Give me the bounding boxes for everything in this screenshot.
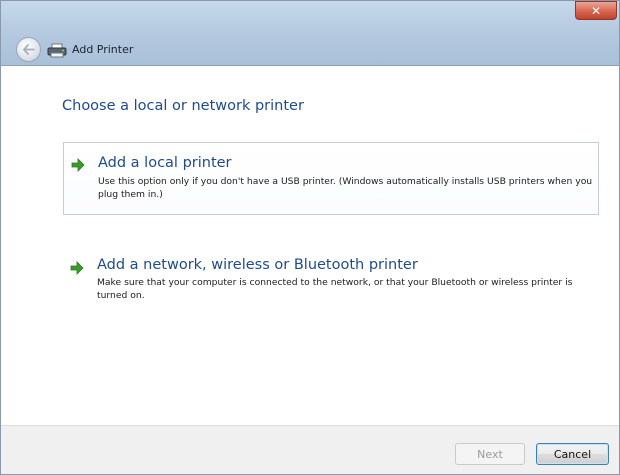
close-icon: ✕ [590,3,602,18]
option-title: Add a network, wireless or Bluetooth pri… [97,257,418,273]
cancel-button[interactable]: Cancel [536,443,609,465]
wizard-content: Choose a local or network printer Add a … [1,66,619,425]
wizard-footer: Next Cancel [1,425,619,474]
green-arrow-icon [71,158,85,172]
close-button[interactable]: ✕ [575,1,617,20]
add-printer-window: ✕ Add Printer Choose a local or network … [0,0,620,475]
option-description: Use this option only if you don't have a… [98,176,593,200]
add-network-printer-option[interactable]: Add a network, wireless or Bluetooth pri… [63,249,599,315]
page-heading: Choose a local or network printer [62,98,304,114]
green-arrow-icon [70,261,84,275]
next-button[interactable]: Next [455,443,525,465]
add-local-printer-option[interactable]: Add a local printer Use this option only… [63,142,599,215]
option-title: Add a local printer [98,155,232,171]
window-title: Add Printer [72,43,134,56]
back-arrow-icon [23,44,35,55]
option-description: Make sure that your computer is connecte… [97,277,573,301]
title-bar: ✕ Add Printer [1,1,619,66]
printer-icon [47,43,67,58]
back-button[interactable] [16,37,41,62]
